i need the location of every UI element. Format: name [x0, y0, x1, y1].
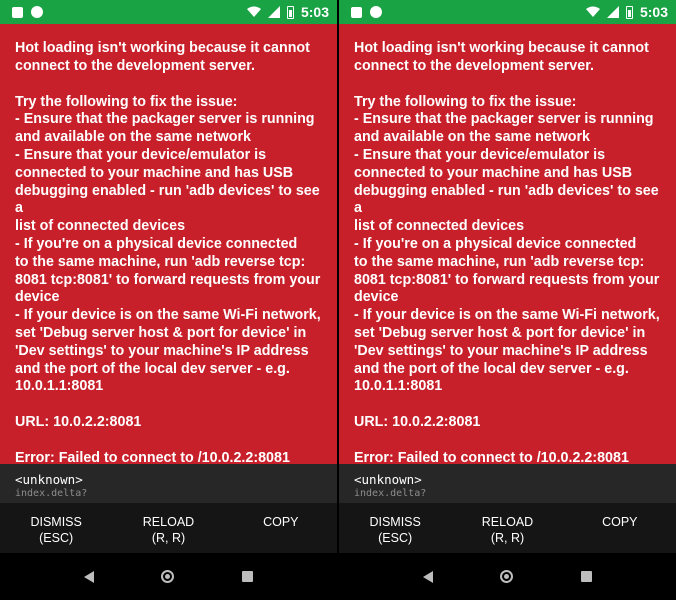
phone-left: 5:03 Hot loading isn't working because i…: [0, 0, 337, 600]
stack-trace[interactable]: <unknown> index.delta?: [0, 464, 337, 503]
dismiss-button[interactable]: DISMISS (ESC): [345, 514, 445, 546]
status-time: 5:03: [639, 4, 668, 20]
home-icon[interactable]: [500, 570, 514, 583]
status-time: 5:03: [300, 4, 329, 20]
signal-icon: [267, 6, 280, 18]
stack-file: index.delta?: [354, 488, 427, 499]
button-bar: DISMISS (ESC) RELOAD (R, R) COPY: [339, 503, 676, 553]
wifi-icon: [246, 6, 261, 17]
phone-right: 5:03 Hot loading isn't working because i…: [339, 0, 676, 600]
nav-bar: [0, 553, 337, 600]
notification-icon: [351, 6, 362, 18]
back-icon[interactable]: [83, 570, 94, 583]
reload-button[interactable]: RELOAD (R, R): [118, 514, 218, 546]
nav-bar: [339, 553, 676, 600]
copy-button[interactable]: COPY: [231, 514, 331, 530]
status-bar: 5:03: [339, 0, 676, 24]
notification-icon: [12, 6, 23, 18]
redbox-error: Hot loading isn't working because it can…: [339, 24, 676, 466]
dismiss-button[interactable]: DISMISS (ESC): [6, 514, 106, 546]
copy-button[interactable]: COPY: [570, 514, 670, 530]
signal-icon: [606, 6, 619, 18]
battery-icon: [625, 5, 633, 19]
recents-icon[interactable]: [242, 571, 254, 582]
button-bar: DISMISS (ESC) RELOAD (R, R) COPY: [0, 503, 337, 553]
notification-circle-icon: [370, 6, 382, 18]
stack-method: <unknown>: [354, 472, 422, 487]
notification-circle-icon: [31, 6, 43, 18]
error-url: URL: 10.0.2.2:8081: [15, 414, 142, 431]
reload-button[interactable]: RELOAD (R, R): [457, 514, 557, 546]
recents-icon[interactable]: [581, 571, 593, 582]
stack-method: <unknown>: [15, 472, 83, 487]
stack-trace[interactable]: <unknown> index.delta?: [339, 464, 676, 503]
battery-icon: [286, 5, 294, 19]
error-body: Try the following to fix the issue: - En…: [354, 93, 660, 395]
error-title: Hot loading isn't working because it can…: [354, 40, 649, 74]
back-icon[interactable]: [422, 570, 433, 583]
home-icon[interactable]: [161, 570, 175, 583]
stack-file: index.delta?: [15, 488, 88, 499]
wifi-icon: [585, 6, 600, 17]
error-body: Try the following to fix the issue: - En…: [15, 93, 321, 395]
redbox-error: Hot loading isn't working because it can…: [0, 24, 337, 466]
error-url: URL: 10.0.2.2:8081: [354, 414, 481, 431]
status-bar: 5:03: [0, 0, 337, 24]
error-title: Hot loading isn't working because it can…: [15, 40, 310, 74]
